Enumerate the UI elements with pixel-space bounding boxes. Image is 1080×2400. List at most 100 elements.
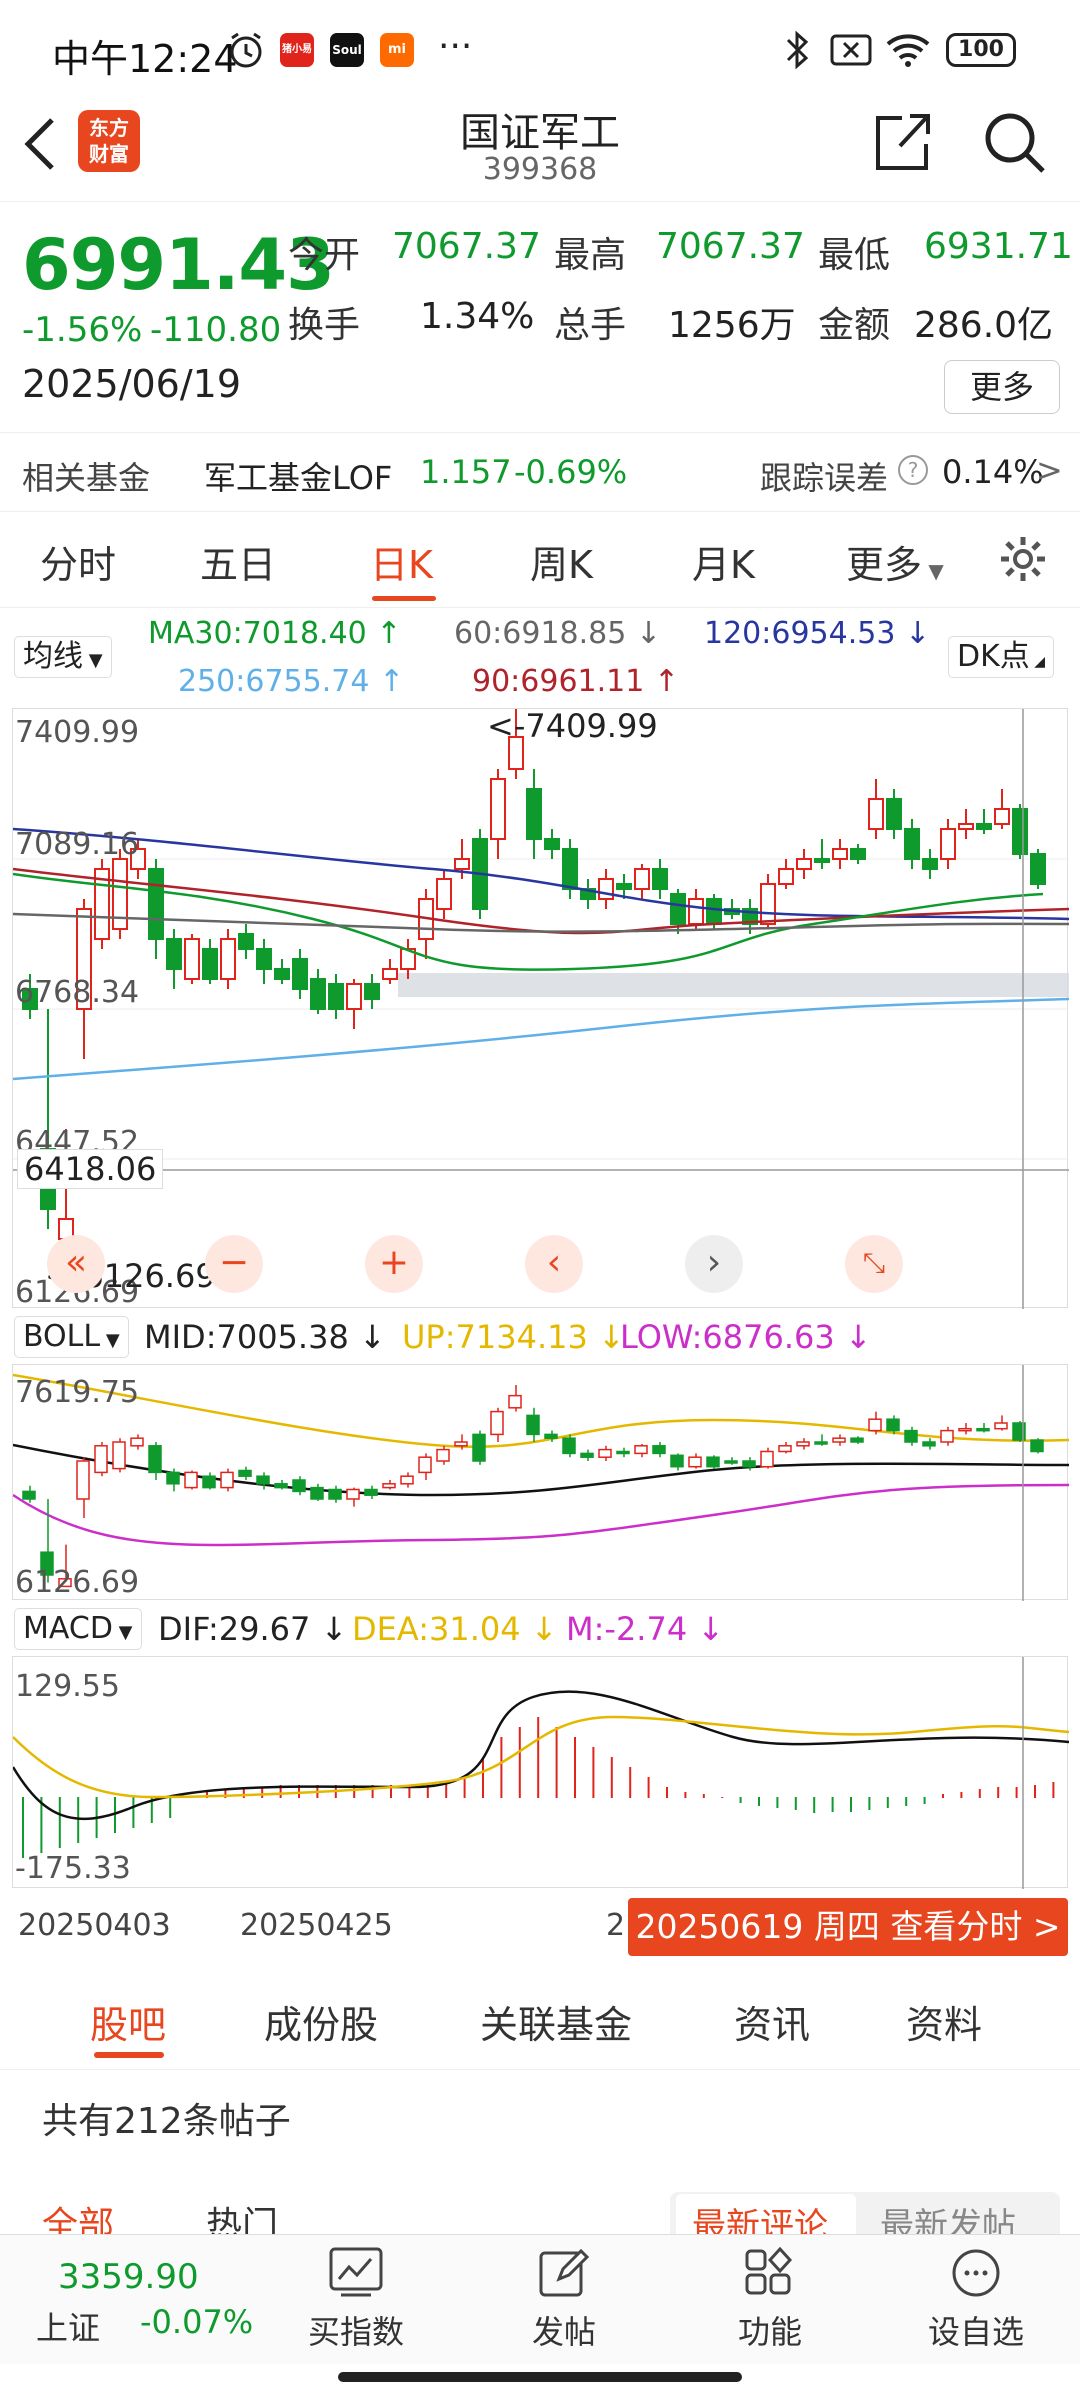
boll-candle-body [112,1441,126,1470]
edit-icon [539,2248,590,2297]
low-label: 最低 [818,235,891,276]
boll-candle-body [760,1450,774,1468]
nav-add-watchlist[interactable]: 设自选 [906,2247,1046,2353]
indicator-selector-boll[interactable]: BOLL ▼ [14,1316,129,1358]
boll-lower-band [13,1483,1069,1547]
ma90-label: 90:6961.11 ↑ [472,664,680,699]
subtab-all[interactable]: 全部 [42,2196,114,2234]
boll-candle-body [886,1418,900,1432]
more-button[interactable]: 更多 [944,360,1060,414]
tab-intraday[interactable]: 分时 [40,534,116,589]
candle-body [490,778,506,840]
indicator-selector-macd[interactable]: MACD ▼ [14,1608,142,1650]
zoom-out-icon[interactable]: − [205,1235,263,1293]
candle-body [706,898,722,925]
fund-price: 1.157 [420,453,512,491]
candle-body [454,858,470,870]
kline-chart[interactable]: 7409.99 7089.16 6768.34 6447.52 6126.69 … [12,707,1069,1310]
dk-point-button[interactable]: DK点 ◢ [948,636,1054,678]
quote-date: 2025/06/19 [22,362,242,406]
candle-body [436,878,452,910]
tab-weekly-k[interactable]: 周K [530,534,593,589]
candle-body [328,983,344,1010]
chevron-right-icon: > [1036,451,1063,489]
zoom-in-icon[interactable]: + [365,1235,423,1293]
bluetooth-icon [786,30,809,70]
related-fund-row[interactable]: 相关基金 军工基金LOF 1.157 -0.69% 跟踪误差 ? 0.14% > [0,432,1080,512]
candle-body [904,828,920,860]
candle-body [796,858,812,870]
candle-body [814,858,830,863]
share-icon[interactable] [872,110,932,172]
tab-news[interactable]: 资讯 [734,1994,810,2049]
nav-function[interactable]: 功能 [700,2246,840,2353]
post-count: 共有212条帖子 [42,2101,291,2142]
active-tab-indicator [372,596,436,601]
candle-body [652,868,668,890]
boll-candle-body [670,1454,684,1468]
boll-candle-body [292,1479,306,1493]
index-value[interactable]: 3359.90 [58,2257,199,2297]
tab-monthly-k[interactable]: 月K [692,534,755,589]
candle-body [688,898,704,925]
boll-chart[interactable]: 7619.75 6126.69 [12,1364,1069,1601]
candle-body [526,788,542,840]
candle-body [202,948,218,980]
sort-latest-comment[interactable]: 最新评论 [692,2198,828,2234]
tracking-error-label: 跟踪误差 [760,459,889,497]
indicator-selector-ma[interactable]: 均线 ▼ [14,636,112,678]
boll-y-top: 7619.75 [15,1375,140,1410]
boll-low: LOW:6876.63 ↓ [620,1318,872,1356]
next-icon[interactable]: › [685,1235,743,1293]
ma60-label: 60:6918.85 ↓ [454,616,662,651]
boll-candle-body [148,1445,162,1474]
ma30-label: MA30:7018.40 ↑ [148,616,402,651]
help-icon[interactable]: ? [898,455,928,485]
macd-chart[interactable]: 129.55 -175.33 [12,1656,1069,1889]
boll-candle-body [616,1450,630,1455]
boll-candle-body [814,1441,828,1445]
price-band [398,973,1069,997]
index-change: -0.07% [140,2303,254,2341]
boll-candle-body [850,1437,864,1443]
boll-candle-body [328,1488,342,1500]
tab-guba[interactable]: 股吧 [90,1994,166,2049]
boll-candle-body [220,1471,234,1489]
candle-body [184,938,200,980]
low-value: 6931.71 [924,226,1073,267]
rewind-icon[interactable]: « [47,1235,105,1293]
kline-y-label: 7409.99 [15,715,140,750]
candle-body [346,983,362,1010]
turnover-label: 换手 [288,305,361,346]
sort-latest-post[interactable]: 最新发帖 [880,2198,1016,2234]
tab-constituents[interactable]: 成份股 [264,1994,378,2049]
date-label: 20250403 [18,1908,171,1943]
boll-mid: MID:7005.38 ↓ [144,1318,386,1356]
subtab-hot[interactable]: 热门 [206,2196,278,2234]
boll-candle-body [688,1456,702,1468]
amount-label: 金额 [818,305,891,346]
tab-more[interactable]: 更多 ▼ [846,534,944,589]
previous-icon[interactable]: ‹ [525,1235,583,1293]
nav-buy-index[interactable]: 买指数 [286,2247,426,2353]
tab-related-funds[interactable]: 关联基金 [480,1994,632,2049]
boll-candle-body [544,1433,558,1439]
boll-up: UP:7134.13 ↓ [402,1318,625,1356]
mi-app-icon: mi [380,33,414,67]
settings-gear-icon[interactable] [998,534,1048,584]
view-intraday-button[interactable]: 20250619 周四 查看分时 > [628,1898,1068,1956]
nav-post[interactable]: 发帖 [494,2247,634,2353]
search-icon[interactable] [982,110,1048,176]
tab-daily-k[interactable]: 日K [370,534,433,589]
macd-legend: MACD ▼ DIF:29.67 ↓ DEA:31.04 ↓ M:-2.74 ↓ [0,1602,1080,1656]
tab-five-day[interactable]: 五日 [200,534,276,589]
macd-dif-line [13,1690,1069,1821]
fullscreen-icon[interactable]: ⤡ [845,1235,903,1293]
candle-body [166,938,182,970]
tab-profile[interactable]: 资料 [906,1994,982,2049]
boll-candle-body [166,1471,180,1485]
open-label: 今开 [288,235,361,276]
boll-candle-body [1030,1439,1044,1453]
ma120-label: 120:6954.53 ↓ [704,616,931,651]
candle-body [832,848,848,860]
